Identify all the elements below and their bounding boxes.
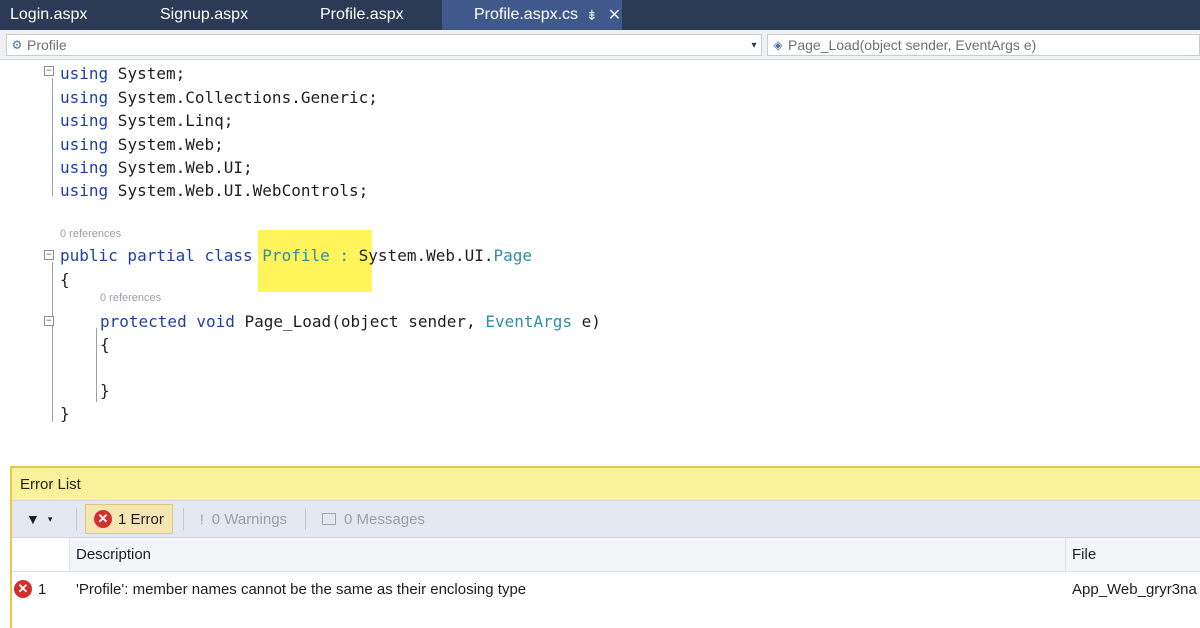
code-line: using System.Web.UI;	[60, 158, 253, 177]
code-line: using System.Linq;	[60, 111, 234, 130]
class-selector-dropdown[interactable]: ⚙ Profile ▾	[6, 34, 762, 56]
error-description: 'Profile': member names cannot be the sa…	[76, 580, 527, 598]
close-icon[interactable]: ✕	[608, 5, 621, 25]
error-list-title: Error List	[12, 468, 1200, 500]
error-icon: ✕	[94, 510, 112, 528]
collapse-toggle-icon[interactable]: −	[44, 316, 54, 326]
member-selector-value: Page_Load(object sender, EventArgs e)	[788, 37, 1037, 53]
error-number: 1	[38, 580, 47, 598]
collapse-toggle-icon[interactable]: −	[44, 66, 54, 76]
error-list-header: Description File	[12, 538, 1200, 572]
tab-profile-aspx-cs[interactable]: Profile.aspx.cs ⇟ ✕	[442, 0, 622, 30]
toolbar-separator	[305, 508, 307, 530]
errors-label: 1 Error	[118, 510, 164, 528]
code-line: using System;	[60, 64, 186, 83]
chevron-down-icon[interactable]: ▾	[747, 40, 761, 51]
code-line: using System.Collections.Generic;	[60, 88, 378, 107]
filter-dropdown[interactable]: ▼ ▾	[26, 511, 76, 527]
error-list-toolbar: ▼ ▾ ✕ 1 Error ! 0 Warnings 0 Messages	[12, 500, 1200, 538]
code-line-class-declaration: public partial class Profile : System.We…	[60, 246, 533, 265]
tab-label: Profile.aspx.cs	[474, 6, 579, 23]
error-file: App_Web_gryr3na	[1072, 580, 1197, 598]
code-line: using System.Web.UI.WebControls;	[60, 181, 369, 200]
chevron-down-icon: ▾	[47, 513, 53, 524]
column-header-description[interactable]: Description	[70, 538, 1066, 571]
code-line-method-declaration: protected void Page_Load(object sender, …	[100, 312, 601, 331]
member-selector-dropdown[interactable]: ◈ Page_Load(object sender, EventArgs e)	[767, 34, 1200, 56]
toolbar-separator	[76, 508, 77, 530]
class-icon: ⚙	[11, 38, 23, 52]
errors-toggle-button[interactable]: ✕ 1 Error	[85, 504, 173, 534]
tab-signup-aspx[interactable]: Signup.aspx	[142, 0, 292, 30]
warnings-label: 0 Warnings	[211, 510, 288, 528]
class-selector-value: Profile	[27, 37, 67, 53]
error-row-number: ✕ 1	[12, 580, 70, 598]
column-header-file[interactable]: File	[1066, 538, 1200, 571]
code-line: }	[100, 381, 110, 400]
error-list-panel: Error List ▼ ▾ ✕ 1 Error ! 0 Warnings 0 …	[10, 466, 1200, 628]
error-row[interactable]: ✕ 1 'Profile': member names cannot be th…	[12, 572, 1200, 606]
fold-guide	[52, 262, 53, 422]
toolbar-separator	[182, 508, 184, 530]
codelens-references[interactable]: 0 references	[100, 292, 161, 304]
fold-guide	[96, 328, 97, 402]
tab-profile-aspx[interactable]: Profile.aspx	[292, 0, 442, 30]
warnings-toggle-button[interactable]: ! 0 Warnings	[192, 504, 295, 534]
tab-label: Signup.aspx	[160, 6, 249, 23]
tab-login-aspx[interactable]: Login.aspx	[0, 0, 142, 30]
messages-toggle-button[interactable]: 0 Messages	[314, 504, 433, 534]
pin-icon[interactable]: ⇟	[586, 7, 598, 24]
code-line: }	[60, 404, 70, 423]
codelens-references[interactable]: 0 references	[60, 228, 121, 240]
method-icon: ◈	[773, 38, 783, 52]
column-header-blank	[12, 538, 70, 571]
tab-label: Profile.aspx	[320, 6, 404, 23]
filter-icon: ▼	[26, 511, 40, 527]
tab-label: Login.aspx	[10, 6, 88, 23]
fold-guide	[52, 78, 53, 196]
code-line: {	[60, 270, 70, 289]
messages-label: 0 Messages	[344, 510, 425, 528]
document-tab-strip: Login.aspx Signup.aspx Profile.aspx Prof…	[0, 0, 1200, 30]
code-line: using System.Web;	[60, 135, 224, 154]
message-icon	[322, 513, 337, 525]
error-icon: ✕	[14, 580, 32, 598]
warning-icon: !	[199, 511, 204, 527]
collapse-toggle-icon[interactable]: −	[44, 250, 54, 260]
navigation-bar: ⚙ Profile ▾ ◈ Page_Load(object sender, E…	[0, 30, 1200, 60]
code-line: {	[100, 335, 110, 354]
